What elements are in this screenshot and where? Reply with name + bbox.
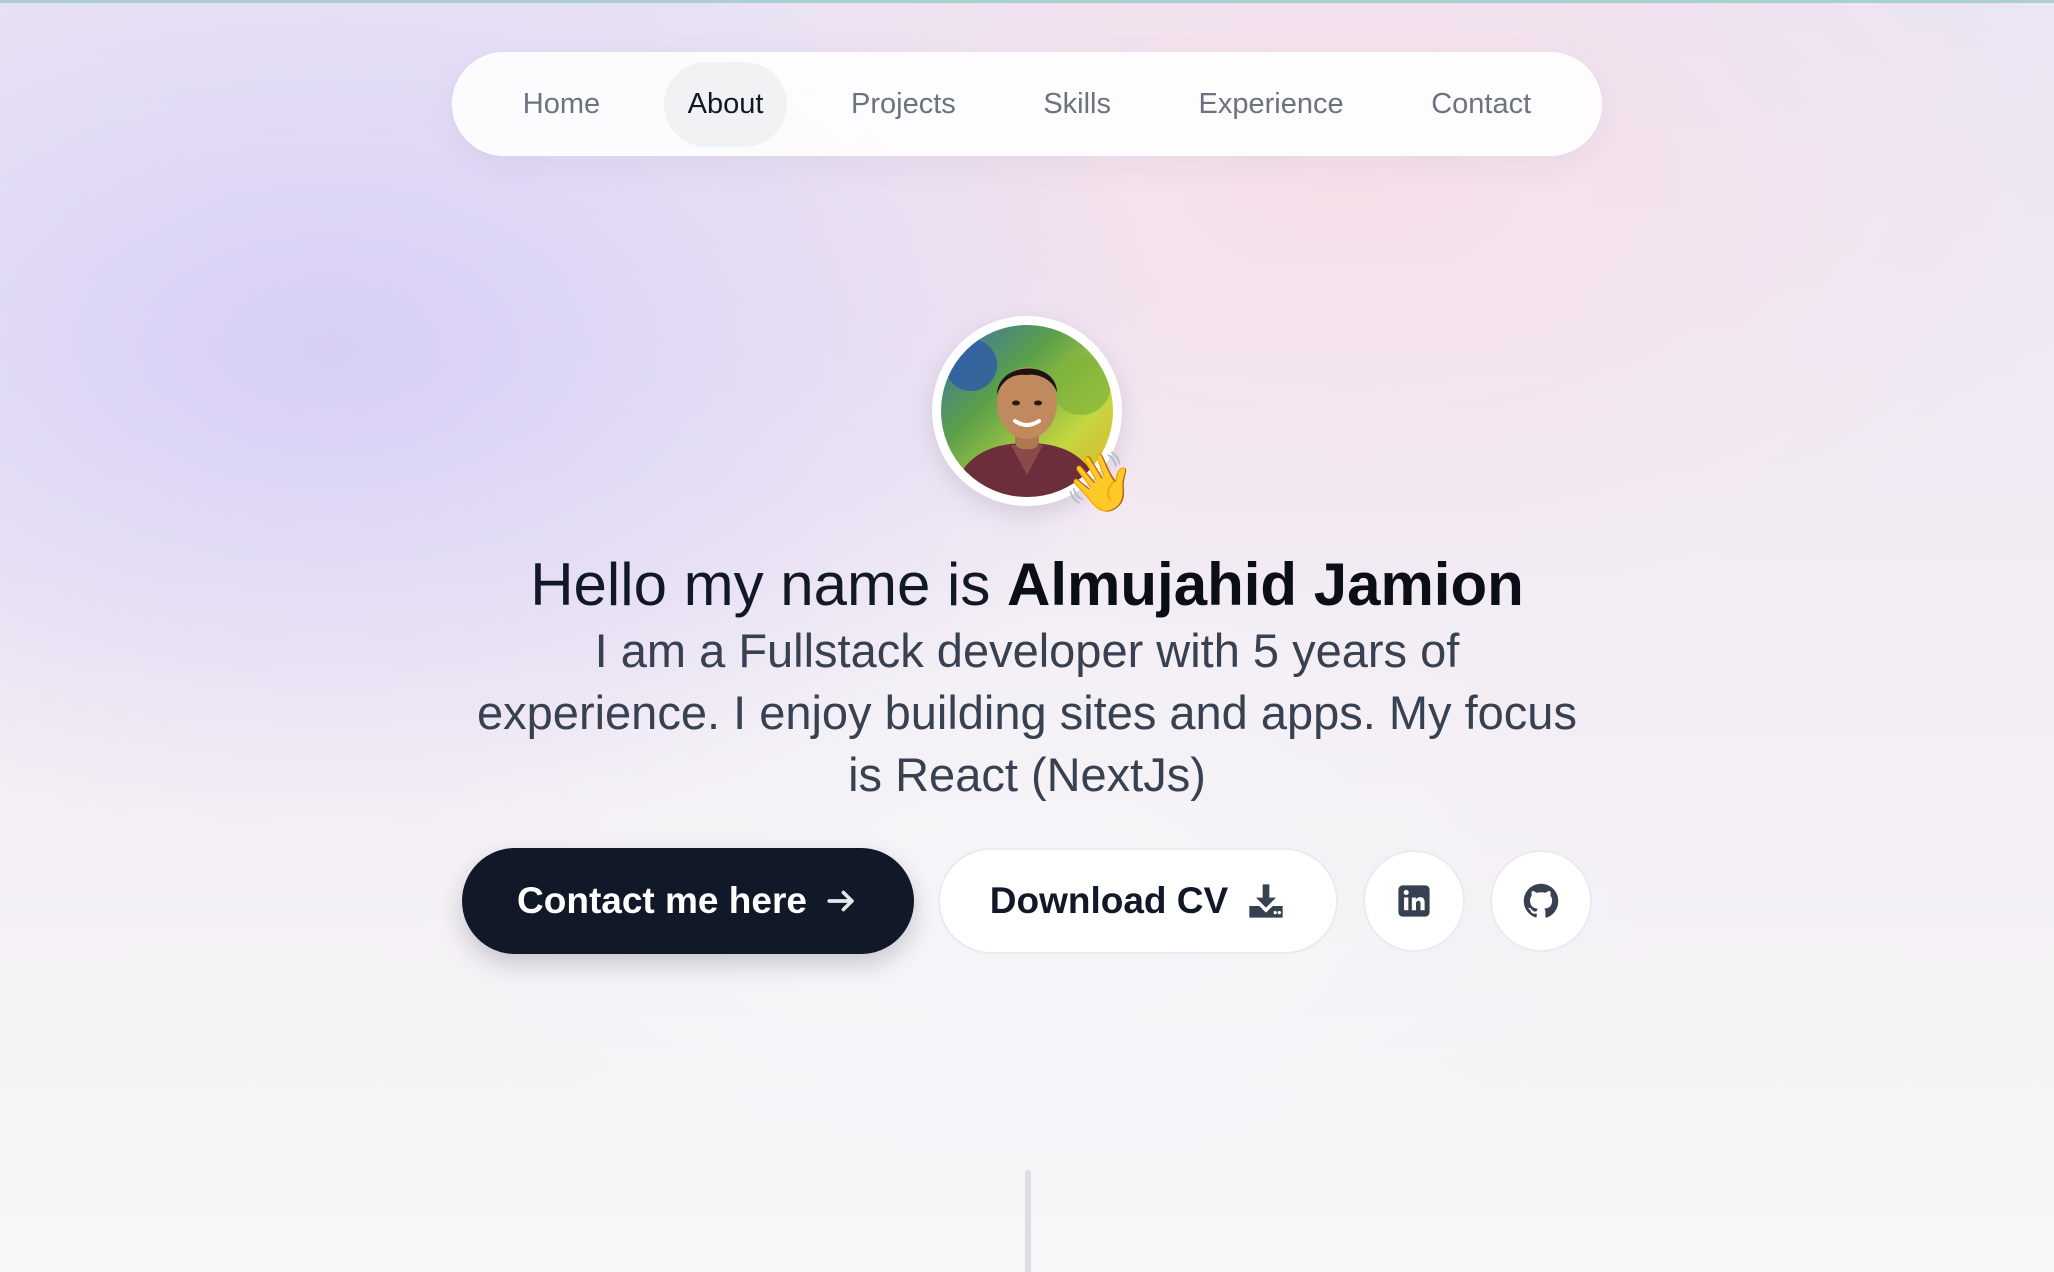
github-icon [1523, 883, 1559, 918]
top-accent-line [0, 0, 2054, 3]
waving-hand-emoji: 👋 [1063, 450, 1136, 515]
hero-name: Almujahid Jamion [1007, 551, 1524, 618]
contact-me-button[interactable]: Contact me here [462, 848, 914, 954]
nav-skills[interactable]: Skills [1019, 62, 1135, 147]
download-icon [1249, 884, 1283, 918]
nav-home[interactable]: Home [499, 62, 624, 147]
nav-about[interactable]: About [663, 61, 788, 147]
contact-me-label: Contact me here [517, 880, 807, 921]
section-divider-line [1025, 1170, 1031, 1272]
github-button[interactable] [1490, 850, 1592, 952]
nav-contact[interactable]: Contact [1407, 62, 1555, 147]
linkedin-icon [1398, 885, 1430, 917]
arrow-right-icon [827, 890, 854, 912]
linkedin-button[interactable] [1363, 850, 1465, 952]
hero-headline: Hello my name is Almujahid Jamion [0, 550, 2054, 620]
nav-projects[interactable]: Projects [827, 62, 980, 147]
nav-experience[interactable]: Experience [1175, 62, 1368, 147]
hero-intro: I am a Fullstack developer with 5 years … [477, 624, 1577, 801]
hero-greeting: Hello my name is [530, 551, 1008, 618]
download-cv-label: Download CV [989, 880, 1229, 921]
download-cv-button[interactable]: Download CV [938, 848, 1338, 954]
main-navigation: Home About Projects Skills Experience Co… [452, 52, 1602, 156]
profile-avatar-container: 👋 [932, 316, 1136, 512]
